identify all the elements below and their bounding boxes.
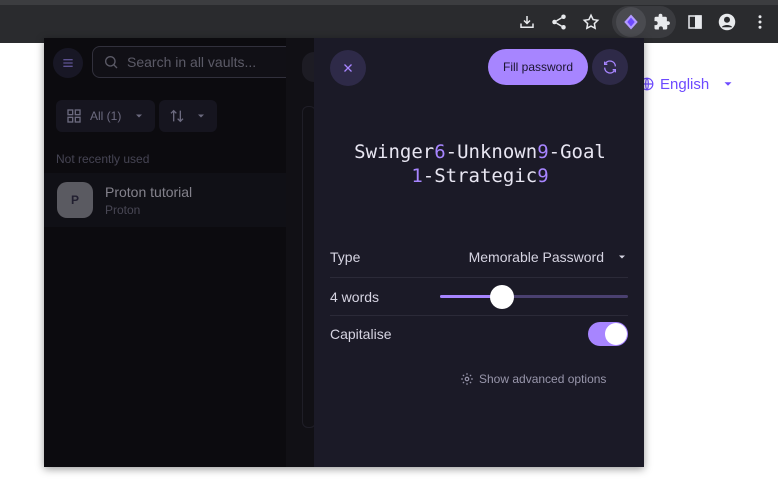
password-digit: 1: [411, 165, 423, 187]
vault-filter-label: All (1): [90, 109, 122, 123]
chevron-down-icon: [198, 114, 204, 118]
grid-icon: [67, 109, 81, 123]
password-digit: 6: [434, 141, 446, 163]
chevron-down-icon: [136, 114, 143, 118]
close-icon: [344, 64, 352, 72]
words-row: 4 words: [330, 278, 628, 315]
words-label: 4 words: [330, 288, 380, 305]
chevron-down-icon: [724, 82, 732, 86]
password-word: -Goal: [548, 141, 606, 163]
bookmark-star-icon[interactable]: [579, 10, 603, 34]
vault-list-panel: All (1) Not recently used P Proton tutor…: [44, 38, 314, 467]
item-subtitle: Proton: [105, 203, 141, 217]
advanced-options-label: Show advanced options: [479, 372, 607, 386]
tab-strip: [0, 0, 778, 5]
proton-pass-extension-icon[interactable]: [616, 7, 646, 37]
password-word: -Strategic: [422, 165, 538, 187]
profile-avatar-icon[interactable]: [715, 10, 739, 34]
sort-button[interactable]: [159, 100, 217, 132]
capitalise-toggle[interactable]: [588, 322, 628, 346]
close-button[interactable]: [330, 50, 366, 86]
regenerate-button[interactable]: [592, 49, 628, 85]
show-advanced-options-link[interactable]: Show advanced options: [460, 372, 606, 386]
slider-handle[interactable]: [490, 285, 515, 309]
password-word: Swinger: [354, 141, 435, 163]
refresh-icon: [604, 60, 616, 74]
capitalise-row: Capitalise: [330, 316, 628, 352]
avatar: P: [57, 182, 93, 218]
extensions-puzzle-icon[interactable]: [650, 10, 674, 34]
generated-password: Swinger6-Unknown9-Goal 1-Strategic9: [330, 140, 630, 188]
list-item[interactable]: P Proton tutorial Proton: [44, 173, 314, 227]
language-label: English: [660, 75, 710, 93]
words-slider[interactable]: [440, 285, 628, 309]
chevron-down-icon: [619, 255, 625, 259]
capitalise-label: Capitalise: [330, 326, 392, 342]
language-selector[interactable]: English: [640, 74, 735, 94]
password-digit: 9: [537, 141, 549, 163]
vault-filter-button[interactable]: All (1): [56, 100, 155, 132]
install-app-icon[interactable]: [515, 10, 539, 34]
toggle-knob: [605, 323, 627, 345]
type-label: Type: [330, 249, 361, 265]
password-digit: 9: [537, 165, 549, 187]
type-value: Memorable Password: [468, 249, 604, 265]
search-field[interactable]: [92, 46, 302, 78]
password-generator-panel: Fill password Swinger6-Unknown9-Goal 1-St…: [314, 38, 644, 467]
browser-menu-icon[interactable]: [748, 10, 772, 34]
item-title: Proton tutorial: [105, 184, 193, 200]
search-icon: [105, 56, 118, 69]
side-panel-icon[interactable]: [683, 10, 707, 34]
hamburger-icon: [63, 59, 73, 67]
search-input[interactable]: [127, 54, 277, 70]
menu-button[interactable]: [53, 48, 83, 78]
section-label: Not recently used: [56, 152, 150, 166]
password-word: -Unknown: [445, 141, 538, 163]
share-icon[interactable]: [547, 10, 571, 34]
proton-pass-popup: All (1) Not recently used P Proton tutor…: [44, 38, 644, 467]
gear-icon: [461, 373, 473, 385]
fill-password-button[interactable]: Fill password: [488, 49, 588, 85]
type-select[interactable]: Memorable Password: [469, 249, 628, 265]
sort-icon: [170, 109, 184, 123]
type-row: Type Memorable Password: [330, 244, 628, 270]
browser-toolbar: [0, 0, 778, 43]
